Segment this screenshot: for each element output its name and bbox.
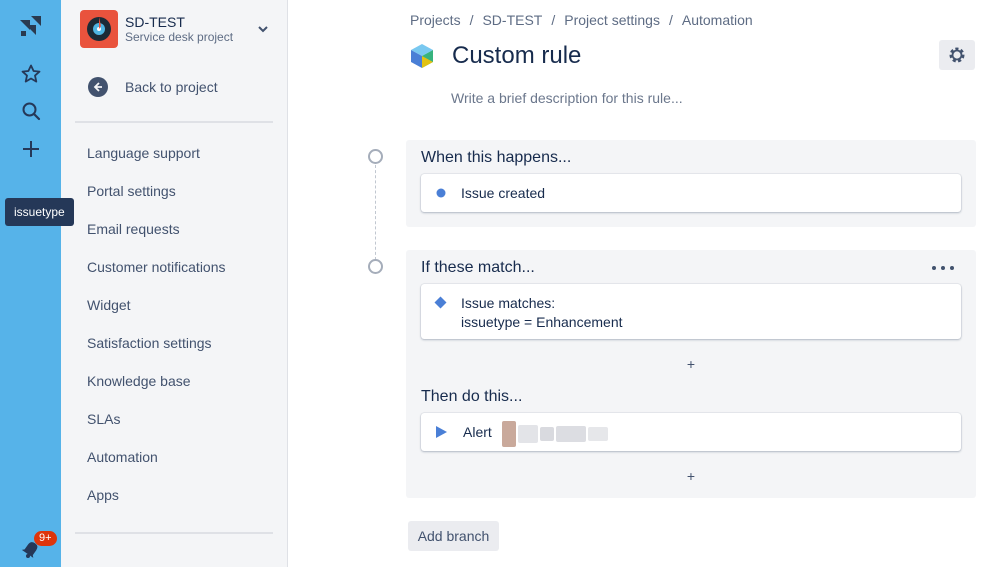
jira-logo-icon[interactable] <box>17 14 43 40</box>
star-icon[interactable] <box>18 61 44 87</box>
more-options-button[interactable] <box>932 261 954 275</box>
tooltip: issuetype <box>5 198 74 226</box>
condition-value: issuetype = Enhancement <box>461 314 623 330</box>
sidebar-item-satisfaction-settings[interactable]: Satisfaction settings <box>87 334 212 352</box>
add-branch-button[interactable]: Add branch <box>408 521 499 551</box>
sidebar-item-slas[interactable]: SLAs <box>87 410 120 428</box>
action-card[interactable]: Alert <box>421 413 961 451</box>
trigger-dot-icon <box>436 188 446 198</box>
condition-card[interactable]: Issue matches: issuetype = Enhancement <box>421 284 961 339</box>
sidebar-item-customer-notifications[interactable]: Customer notifications <box>87 258 226 276</box>
sidebar-item-automation[interactable]: Automation <box>87 448 158 466</box>
play-icon <box>436 426 447 438</box>
sidebar-item-widget[interactable]: Widget <box>87 296 131 314</box>
add-condition-button[interactable]: + <box>684 357 698 371</box>
rule-description-input[interactable] <box>451 88 851 108</box>
breadcrumb-automation[interactable]: Automation <box>682 12 753 28</box>
action-section-title: Then do this... <box>421 388 523 405</box>
sidebar-item-knowledge-base[interactable]: Knowledge base <box>87 372 191 390</box>
back-to-project-label: Back to project <box>125 79 218 95</box>
more-dot <box>932 266 936 270</box>
sidebar-item-language-support[interactable]: Language support <box>87 144 200 162</box>
add-action-button[interactable]: + <box>684 469 698 483</box>
project-type: Service desk project <box>125 29 234 44</box>
project-sidebar: SD-TEST Service desk project Back to pro… <box>61 0 288 567</box>
chevron-down-icon[interactable] <box>256 22 270 36</box>
redacted-recipient <box>496 421 608 451</box>
more-dot <box>950 266 954 270</box>
sidebar-item-email-requests[interactable]: Email requests <box>87 220 180 238</box>
global-nav: 9+ <box>0 0 61 567</box>
page-title: Custom rule <box>452 42 582 69</box>
condition-action-section: If these match... Issue matches: issuety… <box>406 250 976 498</box>
project-switcher[interactable]: SD-TEST Service desk project <box>80 9 270 49</box>
breadcrumb-project[interactable]: SD-TEST <box>482 12 542 28</box>
sidebar-item-portal-settings[interactable]: Portal settings <box>87 182 176 200</box>
breadcrumb-projects[interactable]: Projects <box>410 12 461 28</box>
action-label: Alert <box>463 424 492 440</box>
notification-badge: 9+ <box>34 531 57 546</box>
condition-section-title: If these match... <box>421 259 535 276</box>
back-to-project-link[interactable]: Back to project <box>88 76 218 98</box>
trigger-section-title: When this happens... <box>421 149 572 166</box>
breadcrumb: Projects / SD-TEST / Project settings / … <box>410 12 753 28</box>
breadcrumb-project-settings[interactable]: Project settings <box>564 12 660 28</box>
rule-settings-button[interactable] <box>939 40 975 70</box>
arrow-left-icon <box>88 77 108 97</box>
trigger-section: When this happens... Issue created <box>406 140 976 227</box>
create-plus-icon[interactable] <box>18 136 44 162</box>
project-name: SD-TEST <box>125 13 185 30</box>
search-icon[interactable] <box>18 98 44 124</box>
condition-diamond-icon <box>434 296 447 309</box>
breadcrumb-separator: / <box>551 12 556 28</box>
breadcrumb-separator: / <box>668 12 673 28</box>
trigger-card[interactable]: Issue created <box>421 174 961 212</box>
sidebar-item-apps[interactable]: Apps <box>87 486 119 504</box>
breadcrumb-separator: / <box>469 12 474 28</box>
sidebar-divider <box>75 121 273 123</box>
condition-label: Issue matches: <box>461 295 556 311</box>
more-dot <box>941 266 945 270</box>
project-avatar <box>80 10 118 48</box>
timeline-node <box>368 259 383 274</box>
main-content: Projects / SD-TEST / Project settings / … <box>289 0 999 567</box>
timeline-node <box>368 149 383 164</box>
trigger-label: Issue created <box>461 185 546 201</box>
automation-cube-icon <box>407 41 437 71</box>
sidebar-divider <box>75 532 273 534</box>
timeline-connector <box>375 165 376 260</box>
gear-icon <box>949 47 965 63</box>
